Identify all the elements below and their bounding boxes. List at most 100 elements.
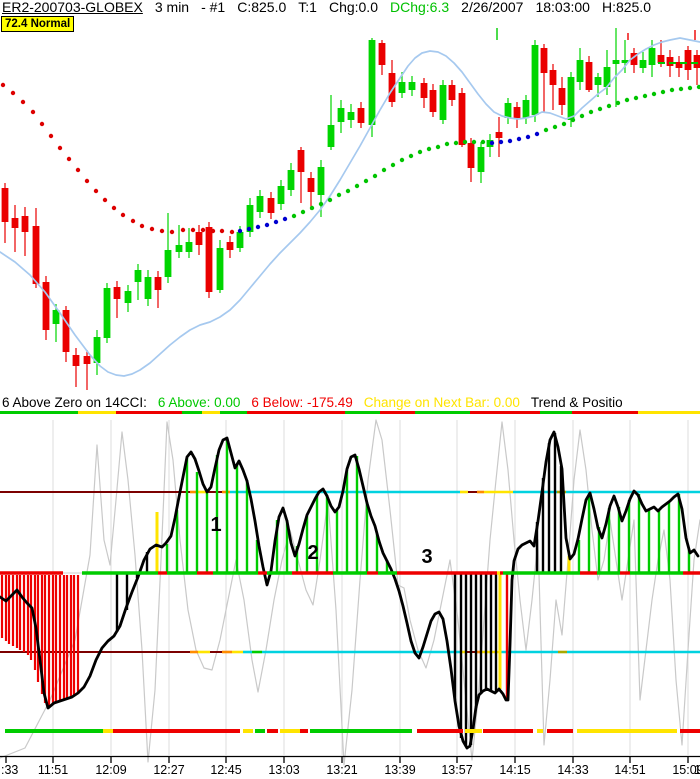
chart-number-label: - #1 (201, 0, 226, 15)
tick-count-label: T:1 (298, 0, 317, 15)
sar-dot-green (291, 213, 297, 219)
candle-body (124, 291, 132, 303)
sar-dot-green (552, 124, 558, 130)
candle-body (420, 83, 428, 98)
sar-dot-red (10, 90, 16, 96)
candle-body (32, 226, 40, 284)
sar-dot-red (30, 109, 36, 115)
sar-dot-green (327, 197, 333, 203)
wave-count-annotation: 3 (421, 546, 432, 568)
sar-dot-red (180, 227, 186, 233)
candle-body (236, 232, 244, 248)
candle-body (439, 85, 447, 120)
title-bar: ER2-200703-GLOBEX 3 min - #1 C:825.0 T:1… (2, 0, 700, 16)
candle-body (477, 147, 485, 172)
sar-dot-red (93, 188, 99, 194)
chart-canvas[interactable]: 1 2 3 (0, 0, 700, 779)
candle-body (408, 82, 416, 90)
sar-dot-blue (246, 226, 252, 232)
sar-dot-red (75, 167, 81, 173)
wave-count-annotation: 2 (307, 542, 318, 564)
candle-body (531, 45, 539, 115)
candle-body (657, 55, 665, 63)
time-axis-label: 13:39 (384, 763, 416, 777)
sar-dot-red (190, 227, 196, 233)
candle-body (549, 70, 557, 85)
daily-change-value-label: DChg:6.3 (390, 0, 450, 15)
sar-dot-red (229, 229, 235, 235)
sar-dot-blue (489, 140, 495, 146)
candle-body (398, 82, 406, 93)
sar-dot-green (453, 140, 459, 146)
candle-body (175, 245, 183, 252)
candle-body (287, 170, 295, 190)
time-axis-label: 13:03 (268, 763, 300, 777)
trend-position-label: Trend & Positio (530, 395, 623, 410)
sar-dot-green (390, 162, 396, 168)
close-value-label: C:825.0 (237, 0, 287, 15)
sar-dot-red (20, 99, 26, 105)
sar-dot-green (417, 149, 423, 155)
candle-body (226, 242, 234, 250)
time-axis-label: 14:51 (614, 763, 646, 777)
change-value-label: Chg:0.0 (328, 0, 378, 15)
trading-chart-window: 1 2 3 ER2-200703-GLOBEX 3 min - #1 C:825.0… (0, 0, 700, 779)
candle-body (327, 125, 335, 147)
symbol-label: ER2-200703-GLOBEX (2, 0, 143, 15)
candle-body (558, 88, 566, 105)
sar-dot-red (66, 156, 72, 162)
high-value-label: H:825.0 (601, 0, 651, 15)
time-axis-label: 15 (694, 763, 700, 777)
candle-body (378, 43, 386, 65)
above-value-label: 6 Above: 0.00 (157, 395, 241, 410)
date-label: 2/26/2007 (461, 0, 524, 15)
sar-dot-blue (237, 228, 243, 234)
candle-body (639, 60, 647, 68)
candle-body (429, 90, 437, 112)
time-axis-label: 14:15 (499, 763, 531, 777)
time-axis-label: 11:51 (37, 763, 69, 777)
candle-body (693, 55, 700, 68)
sar-dot-green (318, 201, 324, 207)
candle-body (347, 112, 355, 120)
indicator-name-label: 6 Above Zero on 14CCI: (2, 395, 147, 410)
sar-dot-green (651, 91, 657, 97)
candle-body (337, 108, 345, 122)
sar-dot-green (372, 173, 378, 179)
candle-body (154, 277, 162, 290)
candle-body (594, 77, 602, 85)
candle-body (195, 232, 203, 245)
sar-dot-green (408, 153, 414, 159)
status-badge: 72.4 Normal (1, 16, 75, 32)
candle-body (357, 108, 365, 123)
candle-body (522, 100, 530, 118)
sar-dot-red (130, 218, 136, 224)
sar-dot-green (354, 183, 360, 189)
candle-body (684, 50, 692, 70)
time-axis: :33 11:51 12:09 12:27 12:45 13:03 13:21 13:39 13… (0, 763, 700, 779)
candle-body (134, 270, 142, 282)
sar-dot-red (149, 226, 155, 232)
candle-body (216, 248, 224, 290)
sar-dot-red (39, 121, 45, 127)
sar-dot-blue (498, 139, 504, 145)
sar-dot-red (102, 197, 108, 203)
candle-body (585, 62, 593, 90)
sar-dot-red (111, 205, 117, 211)
sar-dot-green (642, 93, 648, 99)
candle-body (205, 227, 213, 292)
sar-dot-red (169, 229, 175, 235)
sar-dot-green (444, 141, 450, 147)
time-axis-label: 13:21 (326, 763, 358, 777)
candle-body (495, 132, 503, 138)
below-value-label: 6 Below: -175.49 (251, 395, 353, 410)
sar-dot-green (462, 139, 468, 145)
sar-dot-green (669, 87, 675, 93)
candle-body (612, 60, 620, 64)
candle-body (648, 48, 656, 65)
time-label: 18:03:00 (535, 0, 590, 15)
candle-body (267, 198, 275, 213)
candle-body (164, 250, 172, 277)
sar-dot-red (48, 133, 54, 139)
candle-body (666, 57, 674, 66)
